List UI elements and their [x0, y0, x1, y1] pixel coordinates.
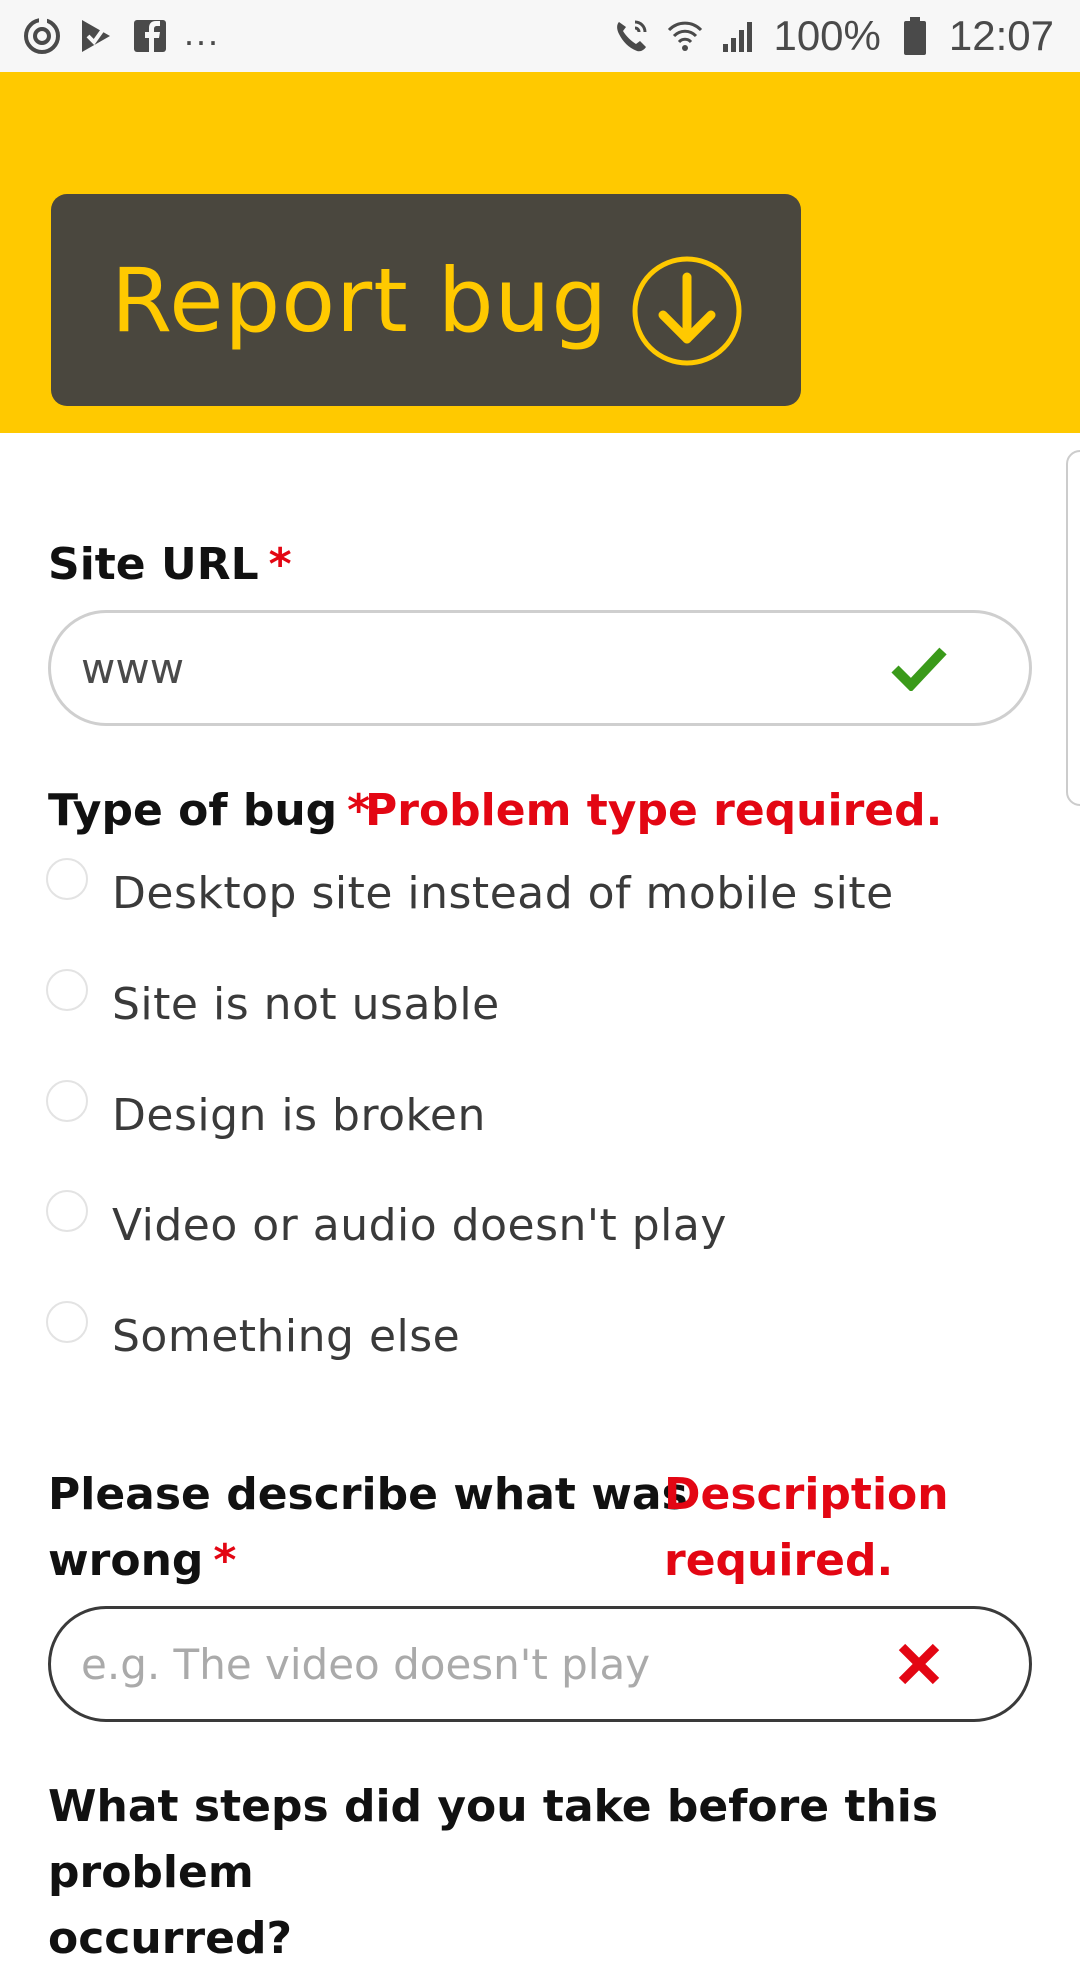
- bug-type-option[interactable]: Something else: [46, 1300, 461, 1362]
- bug-type-option-label: Something else: [112, 1311, 461, 1362]
- site-url-value: www: [81, 643, 185, 693]
- signal-icon: [719, 16, 759, 56]
- overflow-indicator: ...: [184, 12, 221, 53]
- x-icon: [889, 1634, 949, 1694]
- bug-type-option-label: Design is broken: [112, 1090, 486, 1141]
- description-field[interactable]: [81, 1639, 889, 1689]
- bug-type-option-label: Desktop site instead of mobile site: [112, 868, 894, 919]
- scroll-edge-indicator: [1066, 450, 1080, 806]
- arrow-down-circle-icon: [631, 255, 743, 367]
- radio-button[interactable]: [46, 1079, 88, 1122]
- bug-type-error: Problem type required.: [365, 785, 943, 836]
- battery-icon: [895, 16, 935, 56]
- radio-button[interactable]: [46, 857, 88, 900]
- header-banner: Report bug: [0, 72, 1080, 433]
- bug-type-option[interactable]: Design is broken: [46, 1079, 486, 1141]
- bug-type-option[interactable]: Desktop site instead of mobile site: [46, 857, 894, 919]
- status-bar: ... 100% 12:07: [0, 0, 1080, 72]
- radio-button[interactable]: [46, 1189, 88, 1232]
- bug-type-option[interactable]: Site is not usable: [46, 968, 500, 1030]
- site-url-label: Site URL *: [48, 539, 292, 590]
- description-error: Description required.: [664, 1469, 949, 1586]
- description-label: Please describe what was wrong *: [48, 1469, 688, 1586]
- bug-type-option-label: Site is not usable: [112, 979, 500, 1030]
- radio-button[interactable]: [46, 968, 88, 1011]
- facebook-icon: [130, 16, 170, 56]
- steps-label: What steps did you take before this prob…: [48, 1781, 939, 1964]
- report-bug-label: Report bug: [111, 248, 609, 352]
- bug-type-option[interactable]: Video or audio doesn't play: [46, 1189, 727, 1251]
- report-bug-button[interactable]: Report bug: [51, 194, 801, 406]
- bug-type-label: Type of bug *: [48, 785, 371, 836]
- bug-type-option-label: Video or audio doesn't play: [112, 1200, 727, 1251]
- status-left-icons: ...: [22, 12, 220, 56]
- description-input[interactable]: [48, 1606, 1032, 1722]
- wifi-call-icon: [611, 16, 651, 56]
- check-flag-icon: [76, 16, 116, 56]
- wifi-icon: [665, 16, 705, 56]
- status-right-icons: 100% 12:07: [611, 12, 1054, 60]
- sync-icon: [22, 16, 62, 56]
- required-mark: *: [213, 1535, 237, 1586]
- radio-button[interactable]: [46, 1300, 88, 1343]
- clock: 12:07: [948, 12, 1054, 59]
- battery-percent: 100%: [773, 12, 881, 59]
- site-url-input[interactable]: www: [48, 610, 1032, 726]
- checkmark-icon: [889, 638, 949, 698]
- required-mark: *: [268, 539, 292, 590]
